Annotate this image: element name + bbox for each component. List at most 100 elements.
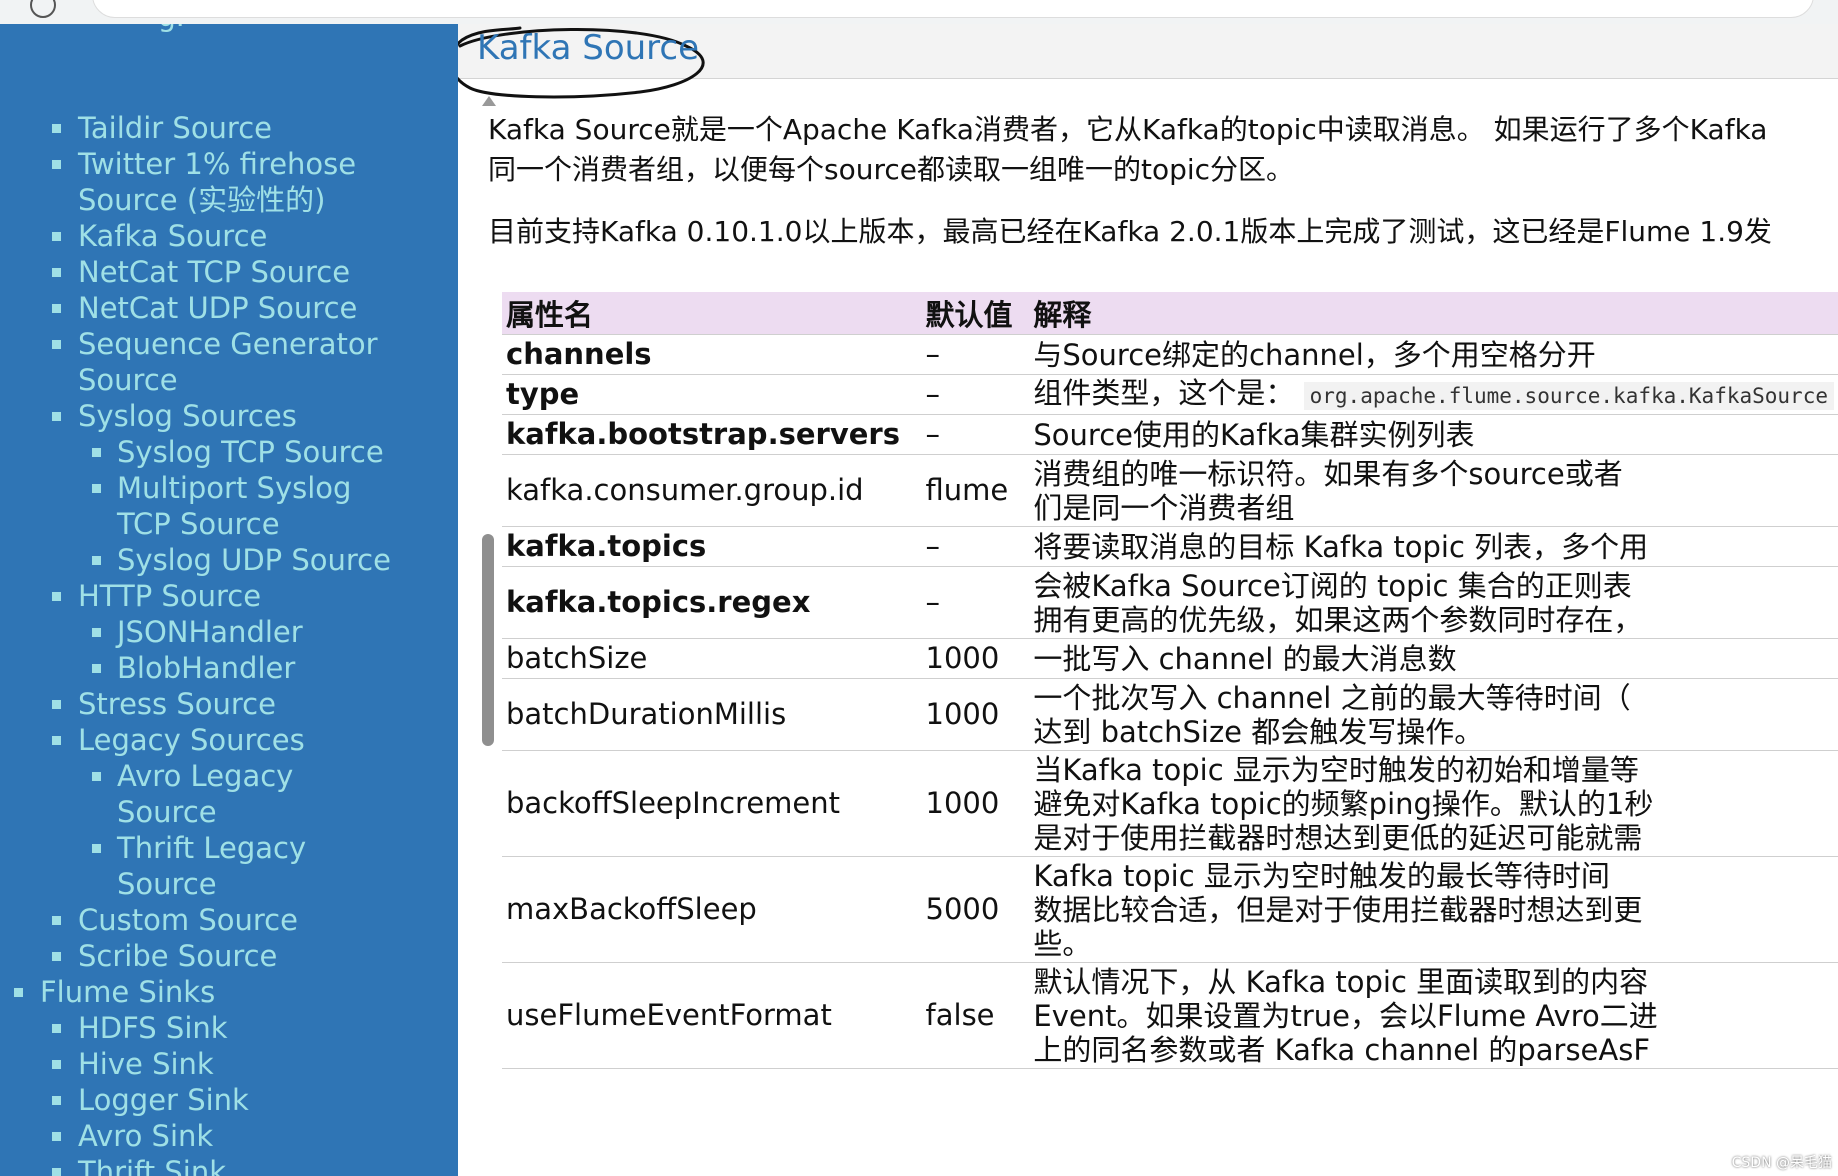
- sidebar-item[interactable]: Syslog UDP Source: [0, 542, 458, 578]
- sidebar-item[interactable]: TCP Source: [0, 506, 458, 542]
- property-name: maxBackoffSleep: [502, 856, 922, 963]
- sidebar-item[interactable]: Syslog TCP Source: [0, 434, 458, 470]
- table-row: kafka.bootstrap.servers – Source使用的Kafka集群…: [502, 414, 1838, 455]
- sidebar-item[interactable]: HDFS Sink: [0, 1010, 458, 1046]
- bullet-icon: [52, 1024, 61, 1033]
- description-line: 一个批次写入 channel 之前的最大等待时间（: [1033, 680, 1631, 715]
- sidebar-item[interactable]: JSONHandler: [0, 614, 458, 650]
- page-title: Kafka Source: [477, 28, 700, 68]
- table-header-row: 属性名 默认值 解释: [502, 292, 1838, 335]
- description-line: 上的同名参数或者 Kafka channel 的parseAsF: [1033, 1032, 1651, 1067]
- sidebar-item[interactable]: Thrift Sink: [0, 1154, 458, 1176]
- title-bar: Kafka Source: [458, 24, 1838, 99]
- sidebar-item[interactable]: Logger Sink: [0, 1082, 458, 1118]
- property-name: kafka.topics.regex: [502, 566, 922, 639]
- bullet-icon: [92, 484, 101, 493]
- sidebar-item-label: Sequence Generator: [78, 327, 378, 361]
- bullet-icon: [52, 916, 61, 925]
- back-icon[interactable]: [30, 0, 56, 18]
- bullet-icon: [92, 448, 101, 457]
- property-name: useFlumeEventFormat: [502, 962, 922, 1069]
- description-line: 达到 batchSize 都会触发写操作。: [1033, 714, 1484, 749]
- property-default: false: [921, 962, 1030, 1069]
- sidebar-item[interactable]: Source: [0, 866, 458, 902]
- sidebar-item-label: Source (实验性的): [78, 183, 326, 217]
- address-bar[interactable]: [92, 0, 1814, 18]
- bullet-icon: [52, 232, 61, 241]
- description-line: 们是同一个消费者组: [1033, 490, 1295, 525]
- sidebar-item[interactable]: BlobHandler: [0, 650, 458, 686]
- scrollbar-thumb[interactable]: [482, 534, 494, 746]
- sidebar-item-label: Avro Sink: [78, 1119, 214, 1153]
- table-row: useFlumeEventFormat false 默认情况下，从 Kafka to…: [502, 962, 1838, 1069]
- description-line: 些。: [1033, 926, 1092, 961]
- table-row: kafka.consumer.group.id flume 消费组的唯一标识符。如果…: [502, 454, 1838, 527]
- table-row: backoffSleepIncrement 1000 当Kafka topic 显示…: [502, 750, 1838, 857]
- property-description: 一批写入 channel 的最大消息数: [1029, 638, 1838, 679]
- description-line: 拥有更高的优先级，如果这两个参数同时存在，: [1033, 602, 1643, 637]
- sidebar-item[interactable]: Avro Legacy: [0, 758, 458, 794]
- sidebar-item[interactable]: Taildir Source: [0, 110, 458, 146]
- sidebar-item[interactable]: Avro Sink: [0, 1118, 458, 1154]
- sidebar-item-label: Hive Sink: [78, 1047, 214, 1081]
- sidebar-item[interactable]: Hive Sink: [0, 1046, 458, 1082]
- sidebar-item-label: Stress Source: [78, 687, 276, 721]
- bullet-icon: [52, 952, 61, 961]
- bullet-icon: [52, 700, 61, 709]
- sidebar-item-label: HDFS Sink: [78, 1011, 228, 1045]
- description-line: 将要读取消息的目标 Kafka topic 列表，多个用: [1033, 529, 1649, 564]
- sidebar-item[interactable]: Stress Source: [0, 686, 458, 722]
- property-name: type: [502, 374, 922, 415]
- bullet-icon: [92, 664, 101, 673]
- sidebar-item-label: Legacy Sources: [78, 723, 305, 757]
- sidebar-item-label: Avro Legacy: [117, 759, 294, 793]
- sidebar-item[interactable]: Sequence Generator: [0, 326, 458, 362]
- sidebar-item[interactable]: Thrift Legacy: [0, 830, 458, 866]
- sidebar-item-label: Source: [117, 867, 217, 901]
- sidebar-item[interactable]: Scribe Source: [0, 938, 458, 974]
- description-line: 消费组的唯一标识符。如果有多个source或者: [1033, 456, 1623, 491]
- bullet-icon: [52, 1132, 61, 1141]
- property-default: 1000: [921, 750, 1030, 857]
- sidebar-item[interactable]: HTTP Source: [0, 578, 458, 614]
- bullet-icon: [52, 124, 61, 133]
- table-row: kafka.topics – 将要读取消息的目标 Kafka topic 列表，多个…: [502, 526, 1838, 567]
- sidebar-item[interactable]: NetCat UDP Source: [0, 290, 458, 326]
- sidebar-item[interactable]: Legacy Sources: [0, 722, 458, 758]
- sidebar-item-label: Taildir Source: [78, 111, 273, 145]
- property-default: –: [921, 566, 1030, 639]
- bullet-icon: [52, 268, 61, 277]
- sidebar-item[interactable]: Kafka Source: [0, 218, 458, 254]
- sidebar-item[interactable]: Custom Source: [0, 902, 458, 938]
- table-row: type – 组件类型，这个是： org.apache.flume.source.k…: [502, 374, 1838, 415]
- sidebar-item[interactable]: Multiport Syslog: [0, 470, 458, 506]
- bullet-icon: [92, 556, 101, 565]
- property-name: batchDurationMillis: [502, 678, 922, 751]
- sidebar-item[interactable]: Source: [0, 794, 458, 830]
- sidebar-item[interactable]: Source: [0, 362, 458, 398]
- scroll-up-arrow-icon[interactable]: [482, 96, 496, 106]
- property-name: batchSize: [502, 638, 922, 679]
- sidebar-item[interactable]: NetCat TCP Source: [0, 254, 458, 290]
- description-line: 一批写入 channel 的最大消息数: [1033, 641, 1457, 676]
- sidebar-item[interactable]: Flume Sinks: [0, 974, 458, 1010]
- property-description: 将要读取消息的目标 Kafka topic 列表，多个用: [1029, 526, 1838, 567]
- property-default: flume: [921, 454, 1030, 527]
- sidebar-item[interactable]: Source (实验性的): [0, 182, 458, 218]
- sidebar-item-label: Multiport Syslog: [117, 471, 352, 505]
- code-literal: org.apache.flume.source.kafka.KafkaSourc…: [1303, 382, 1834, 410]
- sidebar-item-label: Twitter 1% firehose: [78, 147, 357, 181]
- property-description: 与Source绑定的channel，多个用空格分开: [1029, 334, 1838, 375]
- main-content: Kafka Source Kafka Source就是一个Apache Kafk…: [458, 24, 1838, 1176]
- description-text: 组件类型，这个是：: [1033, 376, 1295, 410]
- browser-toolbar: [0, 0, 1838, 25]
- sidebar-item[interactable]: Syslog Sources: [0, 398, 458, 434]
- sidebar-item-label: Syslog UDP Source: [117, 543, 391, 577]
- description-line: Event。如果设置为true，会以Flume Avro二进: [1033, 998, 1658, 1033]
- table-row: batchDurationMillis 1000 一个批次写入 channel 之前…: [502, 678, 1838, 751]
- sidebar-item[interactable]: Twitter 1% firehose: [0, 146, 458, 182]
- bullet-icon: [52, 340, 61, 349]
- table-row: maxBackoffSleep 5000 Kafka topic 显示为空时触发的最…: [502, 856, 1838, 963]
- property-name: backoffSleepIncrement: [502, 750, 922, 857]
- header-description: 解释: [1029, 292, 1838, 335]
